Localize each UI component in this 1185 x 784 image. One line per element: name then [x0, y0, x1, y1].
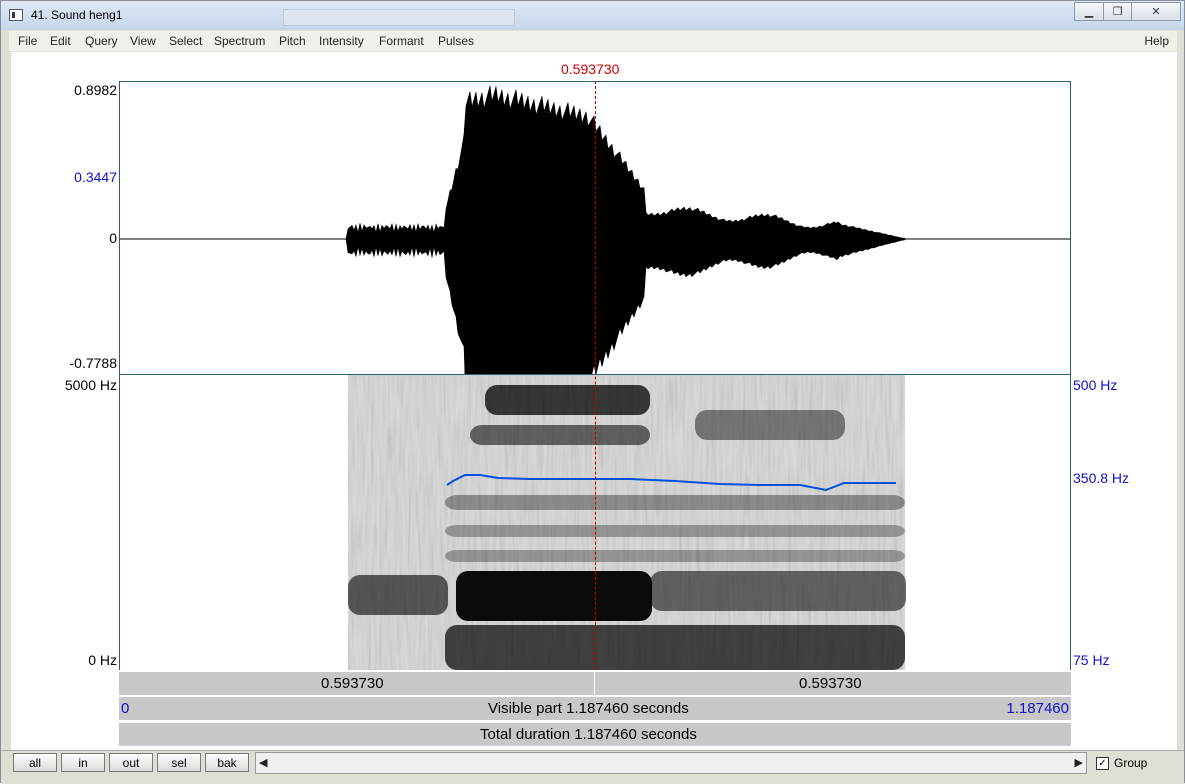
menu-view[interactable]: View — [130, 34, 156, 48]
restore-button[interactable]: ❐ — [1103, 2, 1132, 21]
total-duration-label: Total duration 1.187460 seconds — [480, 726, 697, 743]
close-button[interactable]: ✕ — [1131, 2, 1181, 21]
title-bar: 41. Sound heng1 ▁ ❐ ✕ — [1, 1, 1184, 30]
praat-sound-window: 41. Sound heng1 ▁ ❐ ✕ File Edit Query Vi… — [0, 0, 1185, 784]
time-scrollbar[interactable]: ◀ ▶ — [255, 752, 1087, 774]
menu-bar: File Edit Query View Select Spectrum Pit… — [9, 31, 1177, 51]
minimize-icon: ▁ — [1084, 6, 1094, 18]
menu-query[interactable]: Query — [85, 34, 118, 48]
menu-help[interactable]: Help — [1144, 34, 1169, 48]
menu-formant[interactable]: Formant — [379, 34, 424, 48]
visible-end: 1.187460 — [1006, 700, 1069, 717]
visible-start: 0 — [121, 700, 130, 717]
zoom-all-button[interactable]: all — [13, 753, 57, 772]
spec-band-mid-3 — [445, 550, 905, 562]
menu-intensity[interactable]: Intensity — [319, 34, 364, 48]
scroll-left-icon[interactable]: ◀ — [259, 756, 267, 769]
spec-band-high-2 — [470, 425, 650, 445]
group-label: Group — [1114, 756, 1148, 770]
pitch-axis-max: 500 Hz — [1073, 377, 1118, 393]
window-title: 41. Sound heng1 — [31, 8, 123, 22]
zoom-out-button[interactable]: out — [109, 753, 153, 772]
zoom-selection-button[interactable]: sel — [157, 753, 201, 772]
visible-part-bar[interactable]: 0 Visible part 1.187460 seconds 1.187460 — [119, 696, 1071, 720]
waveform-y-min: -0.7788 — [69, 355, 117, 371]
restore-icon: ❐ — [1112, 6, 1123, 18]
zoom-in-button[interactable]: in — [61, 753, 105, 772]
scroll-right-icon[interactable]: ▶ — [1075, 756, 1083, 769]
spec-band-mid-2 — [445, 525, 905, 537]
spectrogram-freq-max: 5000 Hz — [64, 377, 117, 393]
cursor-line[interactable] — [595, 81, 596, 670]
background-window-fragment — [283, 9, 515, 26]
left-segment-duration: 0.593730 — [321, 675, 384, 692]
spectrogram-freq-min: 0 Hz — [88, 652, 117, 668]
spec-band-f1-tail — [650, 571, 906, 611]
segment-divider — [594, 672, 595, 696]
group-toggle[interactable]: ✓ Group — [1096, 756, 1147, 770]
total-duration-bar[interactable]: Total duration 1.187460 seconds — [119, 722, 1071, 746]
cursor-time-label: 0.593730 — [561, 61, 620, 77]
selection-time-bar[interactable]: 0.593730 0.593730 — [119, 671, 1071, 696]
waveform-y-max: 0.8982 — [74, 82, 117, 98]
spec-band-f0 — [445, 625, 905, 670]
minimize-button[interactable]: ▁ — [1074, 2, 1104, 21]
app-icon — [9, 9, 23, 21]
zoom-back-button[interactable]: bak — [205, 753, 249, 772]
spec-band-low — [348, 575, 448, 615]
waveform-y-zero: 0 — [109, 230, 117, 246]
menu-pitch[interactable]: Pitch — [279, 34, 306, 48]
spec-band-high-3 — [695, 410, 845, 440]
close-icon: ✕ — [1151, 6, 1161, 18]
menu-file[interactable]: File — [18, 34, 37, 48]
waveform-trace — [340, 85, 910, 374]
pitch-value-label: 350.8 Hz — [1073, 470, 1130, 486]
visible-part-label: Visible part 1.187460 seconds — [488, 700, 689, 717]
pitch-axis-min: 75 Hz — [1073, 652, 1110, 668]
menu-pulses[interactable]: Pulses — [438, 34, 474, 48]
spec-band-high-1 — [485, 385, 650, 415]
spec-band-f1 — [456, 571, 652, 621]
right-segment-duration: 0.593730 — [799, 675, 862, 692]
menu-edit[interactable]: Edit — [50, 34, 71, 48]
checkbox-checked-icon[interactable]: ✓ — [1096, 756, 1109, 770]
menu-select[interactable]: Select — [169, 34, 202, 48]
menu-spectrum[interactable]: Spectrum — [214, 34, 265, 48]
waveform-y-mid: 0.3447 — [74, 169, 117, 185]
spec-band-mid-1 — [445, 495, 905, 510]
